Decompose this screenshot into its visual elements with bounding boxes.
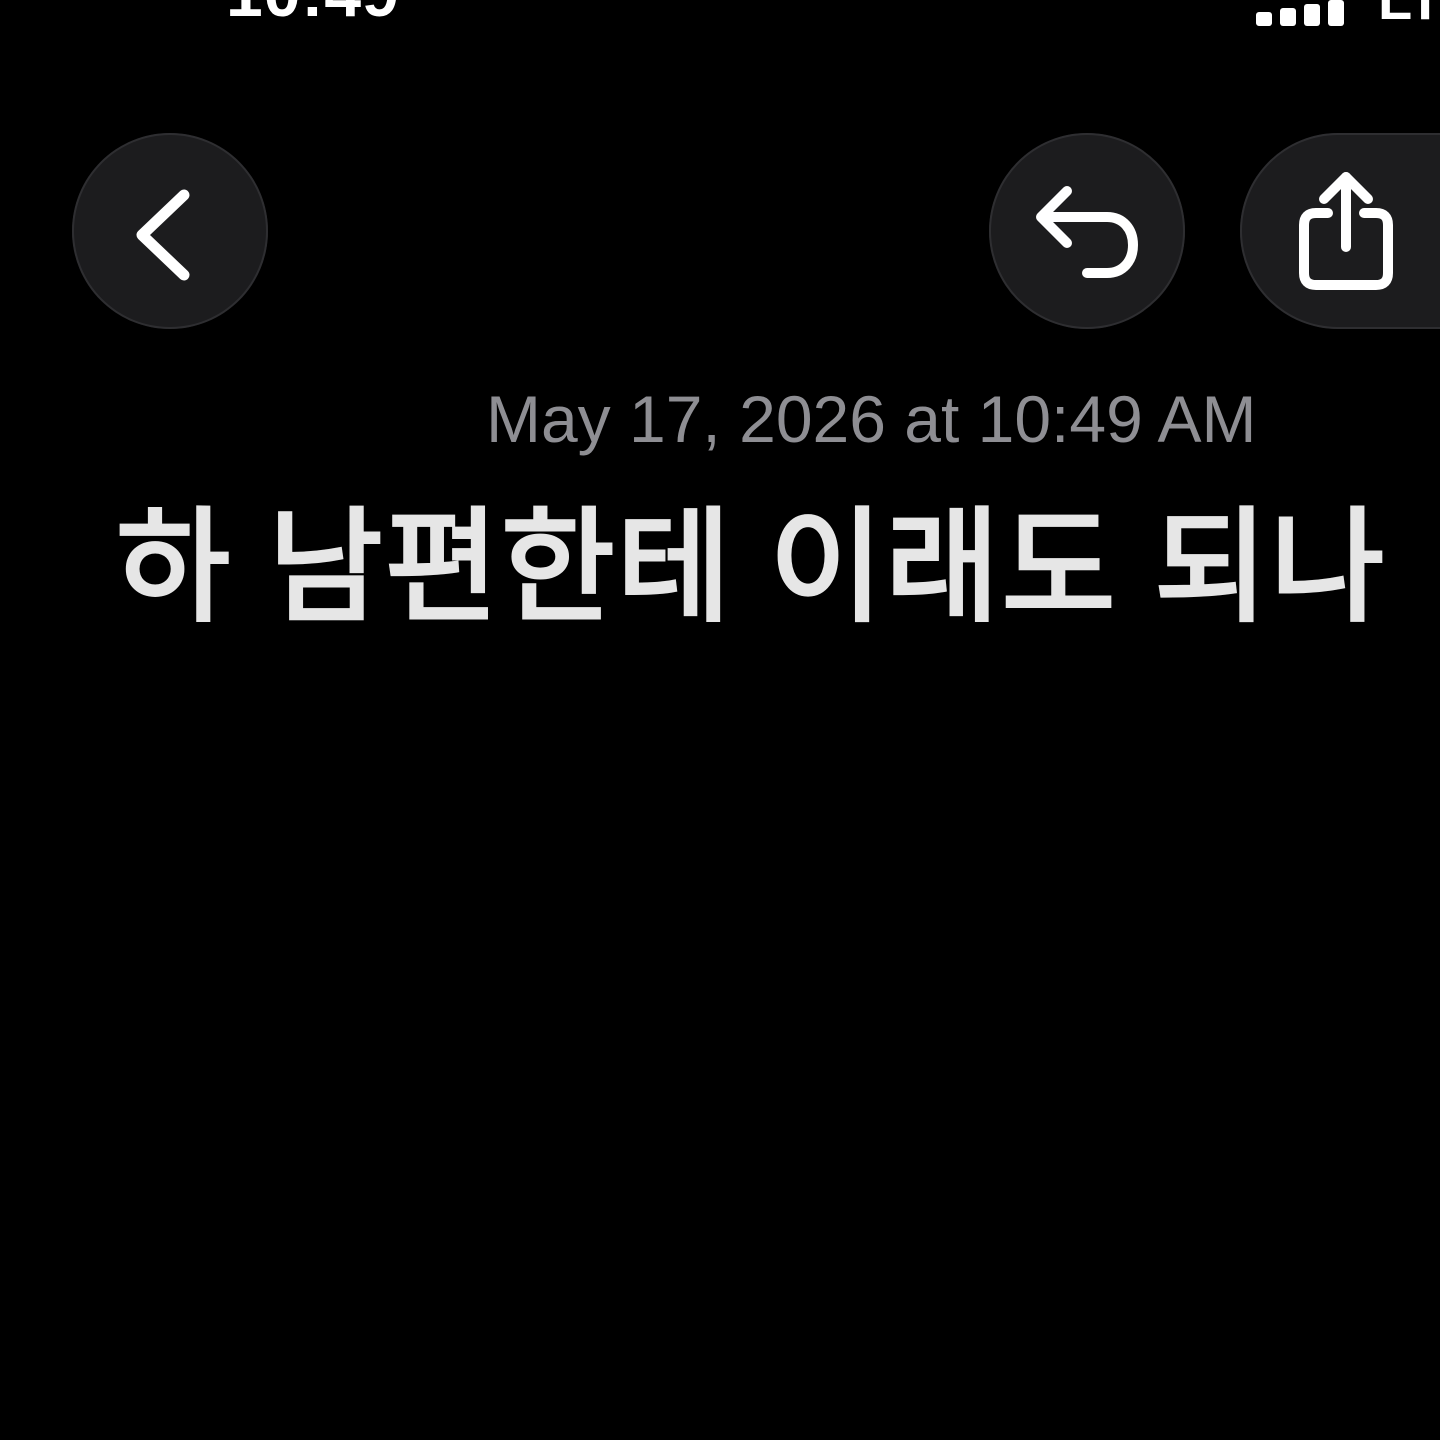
reply-button[interactable] bbox=[989, 133, 1185, 329]
network-type: LT bbox=[1378, 0, 1440, 28]
notes-screen: 10:49 LT May 17, 2026 at 10:49 AM 하 남편한테… bbox=[0, 0, 1440, 1440]
share-button[interactable] bbox=[1240, 133, 1440, 329]
cellular-signal-icon bbox=[1256, 0, 1346, 26]
back-button[interactable] bbox=[72, 133, 268, 329]
note-title[interactable]: 하 남편한테 이래도 되나 bbox=[116, 500, 1416, 636]
note-date: May 17, 2026 at 10:49 AM bbox=[486, 382, 1257, 456]
chevron-left-icon bbox=[136, 189, 190, 281]
share-icon bbox=[1288, 169, 1404, 293]
status-time: 10:49 bbox=[226, 0, 400, 26]
reply-arrow-icon bbox=[1036, 186, 1138, 278]
